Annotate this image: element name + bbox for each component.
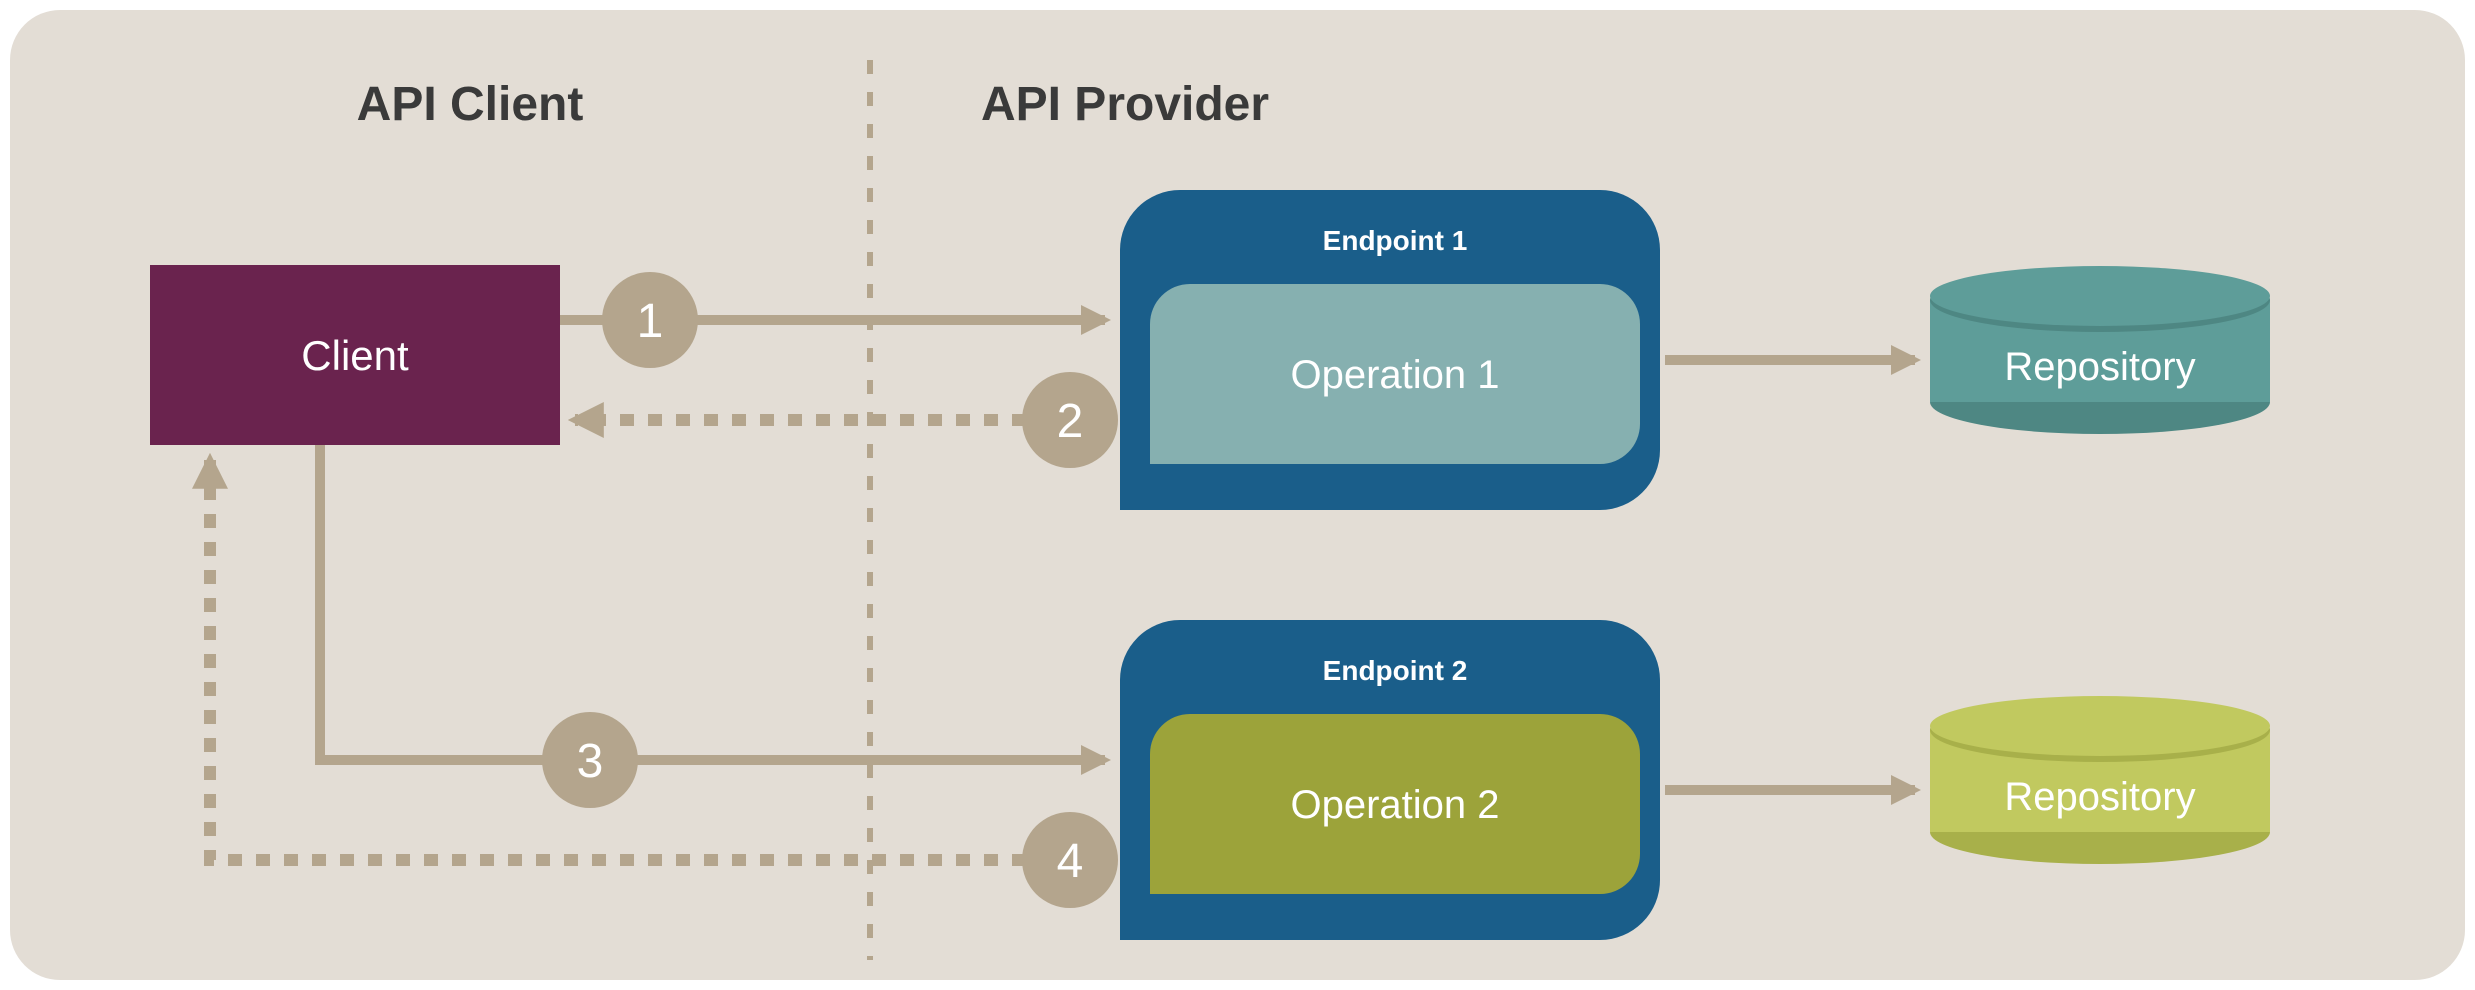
repository-1: Repository bbox=[1930, 266, 2270, 434]
endpoint-1-title: Endpoint 1 bbox=[1323, 225, 1468, 256]
step-badge-1: 1 bbox=[602, 272, 698, 368]
svg-text:1: 1 bbox=[637, 295, 664, 348]
repository-2: Repository bbox=[1930, 696, 2270, 864]
endpoint-2-title: Endpoint 2 bbox=[1323, 655, 1468, 686]
endpoint-1: Endpoint 1 Operation 1 bbox=[1120, 190, 1660, 510]
operation-1-label: Operation 1 bbox=[1290, 353, 1499, 397]
endpoint-2: Endpoint 2 Operation 2 bbox=[1120, 620, 1660, 940]
repository-2-label: Repository bbox=[2004, 775, 2195, 819]
client-node: Client bbox=[150, 265, 560, 445]
step-badge-3: 3 bbox=[542, 712, 638, 808]
step-badge-2: 2 bbox=[1022, 372, 1118, 468]
svg-text:4: 4 bbox=[1057, 835, 1084, 888]
operation-2-label: Operation 2 bbox=[1290, 783, 1499, 827]
step-badge-4: 4 bbox=[1022, 812, 1118, 908]
title-left: API Client bbox=[357, 78, 584, 131]
api-architecture-diagram: API Client API Provider Client Endpoint … bbox=[0, 0, 2475, 990]
repository-1-label: Repository bbox=[2004, 345, 2195, 389]
svg-text:2: 2 bbox=[1057, 395, 1084, 448]
svg-text:3: 3 bbox=[577, 735, 604, 788]
client-label: Client bbox=[301, 332, 409, 379]
title-right: API Provider bbox=[981, 78, 1269, 131]
